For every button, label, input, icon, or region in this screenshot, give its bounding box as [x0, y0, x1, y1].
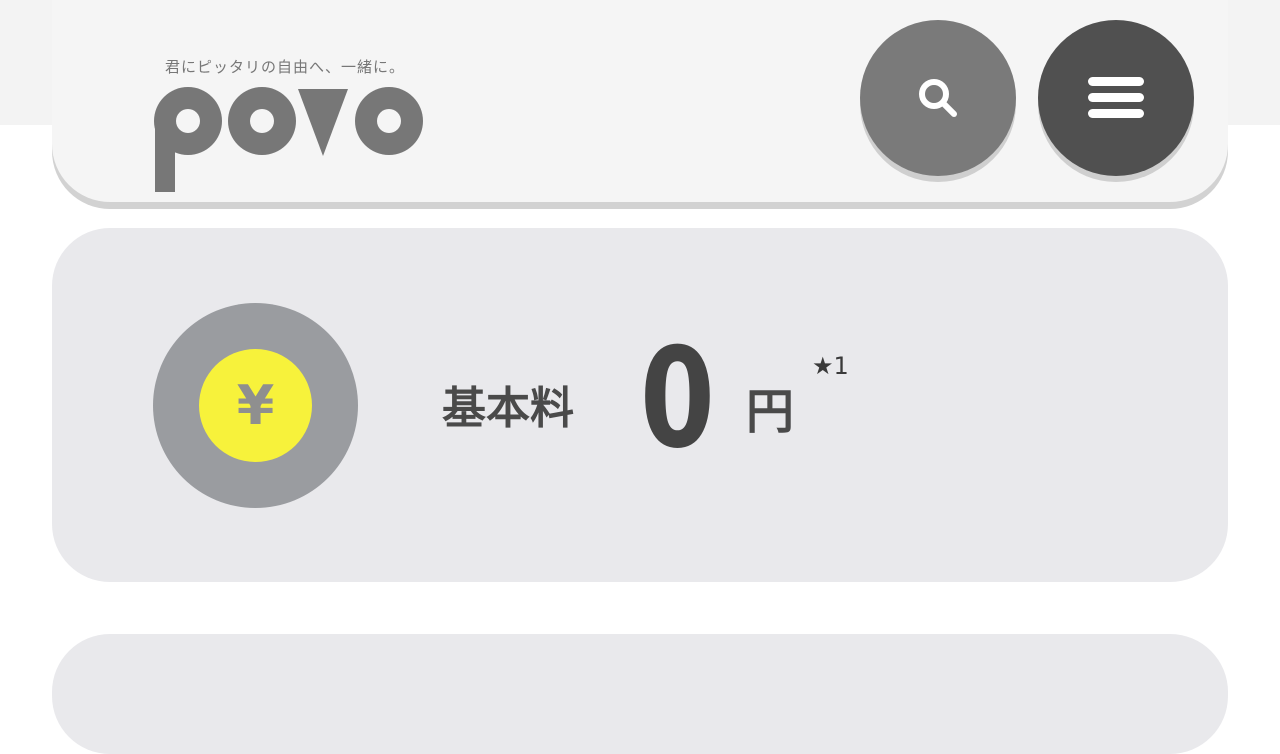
search-button[interactable]: [860, 20, 1016, 176]
basic-fee-unit: 円: [746, 384, 795, 440]
povo-logo: [154, 87, 423, 192]
povo-logo-link[interactable]: 君にピッタリの自由へ、一緒に。: [152, 56, 452, 196]
next-feature-card: [52, 634, 1228, 754]
search-icon: [919, 79, 957, 117]
yen-symbol: ¥: [199, 349, 312, 462]
basic-fee-value: 0: [640, 318, 715, 479]
basic-fee-label: 基本料: [442, 383, 574, 434]
brand-tagline: 君にピッタリの自由へ、一緒に。: [165, 58, 406, 76]
hamburger-menu-icon: [1088, 77, 1144, 118]
footnote-marker: ★1: [812, 352, 849, 380]
yen-coin-icon: ¥: [153, 303, 358, 508]
menu-button[interactable]: [1038, 20, 1194, 176]
